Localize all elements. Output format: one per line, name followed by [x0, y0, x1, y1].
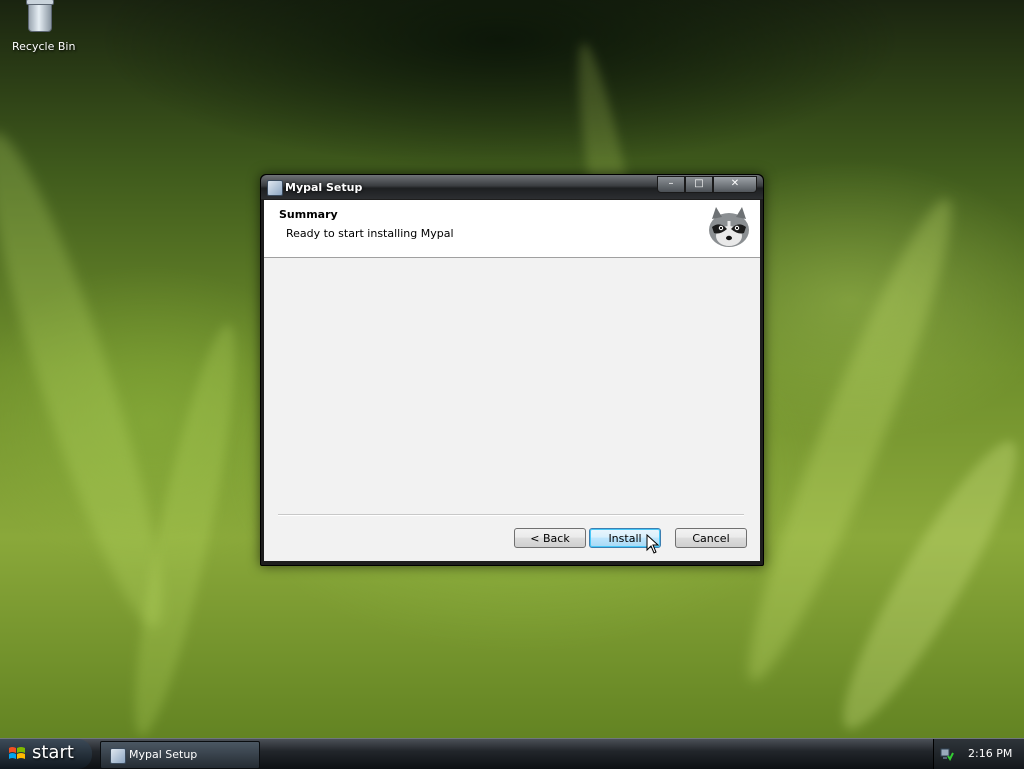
clock[interactable]: 2:16 PM: [968, 747, 1012, 760]
setup-window: Mypal Setup – □ ✕ Summary Ready to start…: [260, 174, 764, 566]
wizard-page-subtitle: Ready to start installing Mypal: [286, 227, 454, 240]
wallpaper-blade: [821, 427, 1024, 743]
recycle-bin-icon: [26, 0, 54, 32]
desktop-icon-recycle-bin[interactable]: Recycle Bin: [12, 0, 76, 53]
title-bar[interactable]: Mypal Setup – □ ✕: [261, 175, 763, 199]
start-label: start: [32, 742, 74, 763]
network-icon[interactable]: [940, 747, 954, 761]
close-button[interactable]: ✕: [713, 176, 757, 193]
back-button[interactable]: < Back: [514, 528, 586, 548]
raccoon-logo: [709, 207, 749, 247]
taskbar: start Mypal Setup 2:16 PM: [0, 738, 1024, 769]
wizard-page-title: Summary: [279, 208, 338, 221]
mypal-setup-icon: [267, 180, 283, 196]
start-button[interactable]: start: [0, 739, 92, 769]
minimize-button[interactable]: –: [657, 176, 685, 193]
mypal-setup-icon: [110, 748, 126, 764]
window-client-area: Summary Ready to start installing Mypal …: [264, 200, 760, 561]
windows-flag-icon: [9, 747, 25, 759]
window-controls: – □ ✕: [657, 176, 757, 193]
button-separator: [278, 514, 744, 516]
wallpaper-blade: [116, 319, 254, 741]
wallpaper-blade: [0, 121, 189, 639]
system-tray: 2:16 PM: [933, 739, 1024, 769]
maximize-button[interactable]: □: [685, 176, 713, 193]
taskbar-item-mypal-setup[interactable]: Mypal Setup: [100, 741, 260, 769]
cancel-button[interactable]: Cancel: [675, 528, 747, 548]
desktop-icon-label: Recycle Bin: [12, 40, 76, 53]
wizard-header: Summary Ready to start installing Mypal: [264, 200, 760, 258]
window-title: Mypal Setup: [285, 181, 363, 194]
taskbar-item-label: Mypal Setup: [129, 748, 198, 761]
mouse-pointer: [646, 534, 660, 554]
